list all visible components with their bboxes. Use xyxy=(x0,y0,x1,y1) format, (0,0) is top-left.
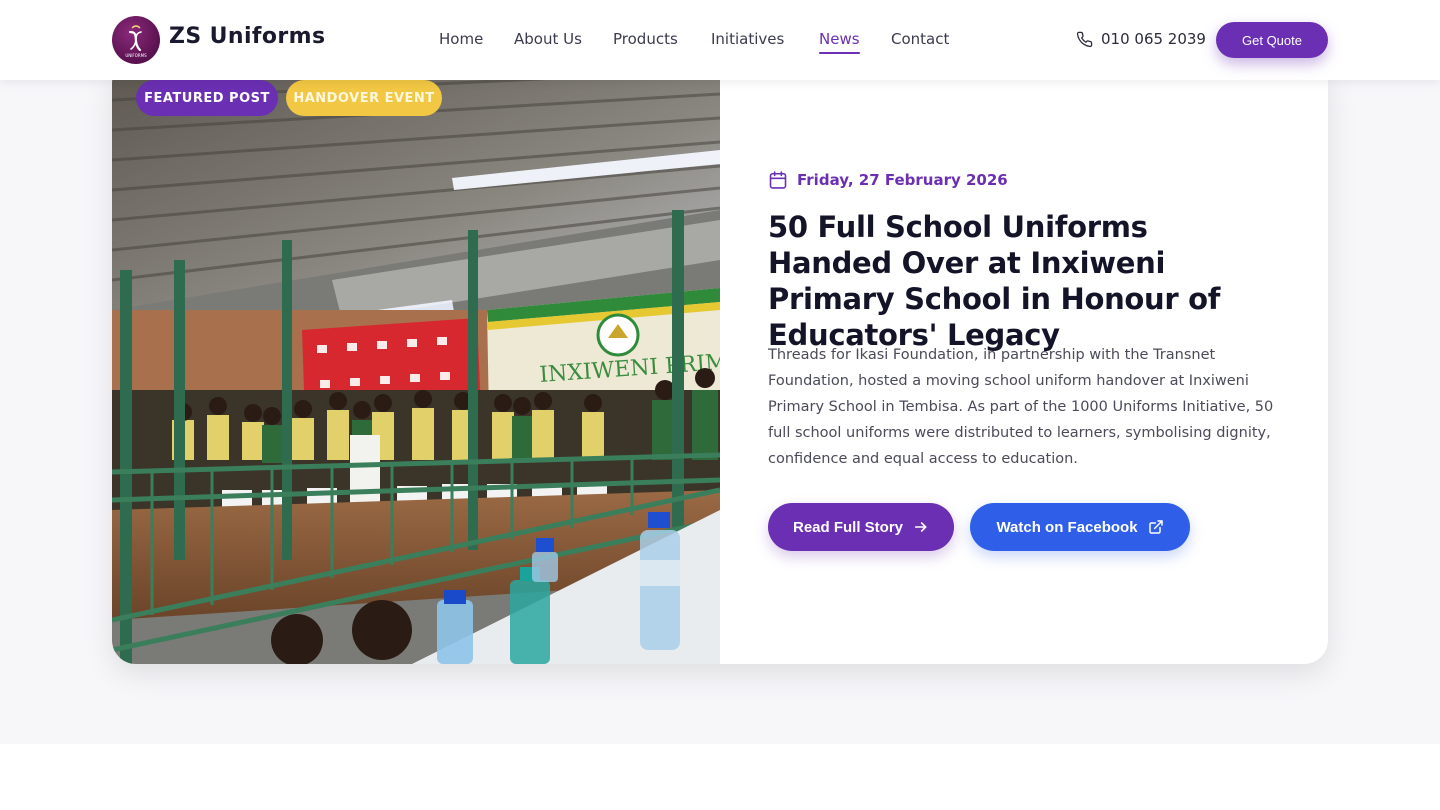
get-quote-button[interactable]: Get Quote xyxy=(1216,22,1328,58)
watch-on-facebook-label: Watch on Facebook xyxy=(996,518,1138,536)
featured-post-card: INXIWENI PRIMARY SCHOOL xyxy=(112,60,1328,664)
watch-on-facebook-button[interactable]: Watch on Facebook xyxy=(970,503,1190,551)
post-date: Friday, 27 February 2026 xyxy=(768,170,1008,190)
nav-item-about-us[interactable]: About Us xyxy=(514,30,582,48)
phone-icon xyxy=(1076,31,1093,47)
site-header: UNIFORMS ZS Uniforms Home About Us Produ… xyxy=(0,0,1440,80)
nav-item-home[interactable]: Home xyxy=(439,30,483,48)
post-description: Threads for Ikasi Foundation, in partner… xyxy=(768,347,1274,467)
nav-item-products[interactable]: Products xyxy=(613,30,678,48)
brand-name[interactable]: ZS Uniforms xyxy=(169,24,325,49)
phone-link[interactable]: 010 065 2039 xyxy=(1076,30,1206,48)
calendar-icon xyxy=(769,171,787,189)
nav-item-contact[interactable]: Contact xyxy=(891,30,949,48)
read-full-story-label: Read Full Story xyxy=(792,518,904,536)
logo-mark-icon: UNIFORMS xyxy=(125,25,147,58)
featured-post-photo[interactable]: INXIWENI PRIMARY SCHOOL xyxy=(112,60,720,664)
featured-post-badge: FEATURED POST xyxy=(136,80,278,116)
nav-item-news[interactable]: News xyxy=(819,30,860,54)
nav-item-initiatives[interactable]: Initiatives xyxy=(711,30,784,48)
brand-logo[interactable]: UNIFORMS xyxy=(112,16,160,64)
arrow-right-icon xyxy=(914,522,927,532)
post-title[interactable]: 50 Full School Uniforms Handed Over at I… xyxy=(768,209,1268,353)
logo-caption: UNIFORMS xyxy=(125,53,147,58)
handover-event-photo: INXIWENI PRIMARY SCHOOL xyxy=(112,60,720,664)
handover-event-badge: HANDOVER EVENT xyxy=(286,80,442,116)
post-date-text: Friday, 27 February 2026 xyxy=(797,171,1008,189)
phone-number: 010 065 2039 xyxy=(1101,30,1206,48)
read-full-story-button[interactable]: Read Full Story xyxy=(768,503,954,551)
external-link-icon xyxy=(1148,520,1163,534)
